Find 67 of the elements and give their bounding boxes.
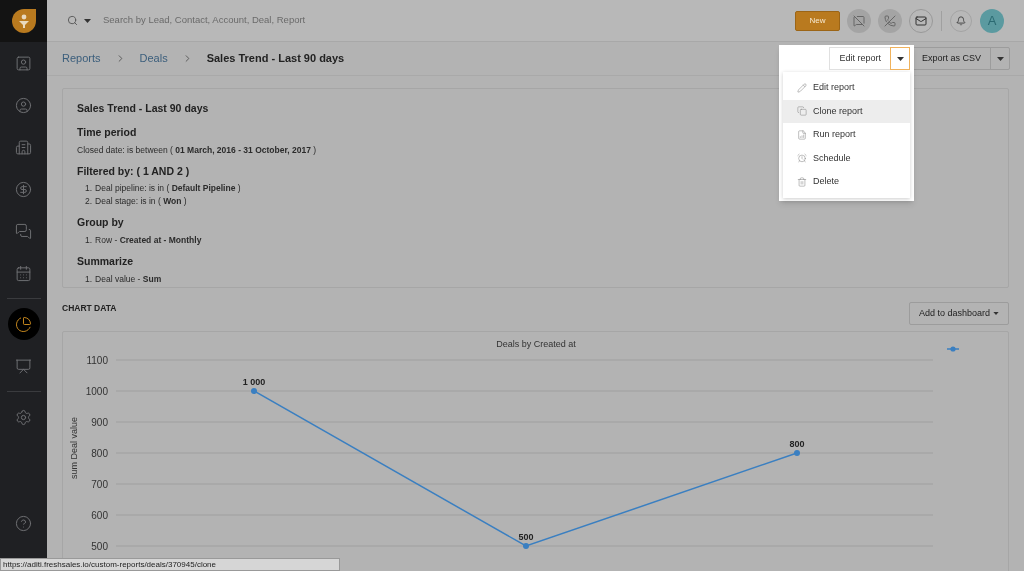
presentation-icon[interactable] — [15, 357, 32, 375]
data-label: 1 000 — [242, 377, 266, 387]
criteria-text: Deal pipeline: is in ( Default Pipeline ) — [95, 182, 241, 196]
section-heading: Summarize — [77, 254, 134, 269]
menu-item[interactable]: Schedule — [783, 146, 910, 170]
chart-title: Deals by Created at — [496, 339, 576, 349]
person-icon[interactable] — [15, 96, 32, 114]
axis-tick-label: 800 — [91, 447, 108, 459]
phone-off-icon[interactable] — [884, 14, 896, 27]
axis-title: sum Deal value — [69, 417, 79, 479]
trash-icon — [797, 176, 807, 187]
menu-item[interactable]: Edit report — [783, 76, 910, 100]
axis-tick-label: 900 — [91, 416, 108, 428]
search-field[interactable]: Search by Lead, Contact, Account, Deal, Report — [103, 13, 403, 28]
chat-off-icon[interactable] — [853, 14, 865, 27]
list-number: 1. — [85, 234, 93, 247]
criteria-text: Deal stage: is in ( Won ) — [95, 195, 187, 209]
report-icon — [797, 129, 807, 140]
report-title: Sales Trend - Last 90 days — [77, 101, 209, 116]
axis-tick-label: 600 — [91, 509, 108, 521]
section-heading: Group by — [77, 215, 124, 231]
criteria-text: Closed date: is between ( 01 March, 2016 - 31 October, 2017 ) — [77, 143, 317, 157]
logo-icon[interactable] — [10, 8, 37, 34]
axis-tick-label: 1000 — [85, 385, 108, 397]
add-to-dashboard-button[interactable]: Add to dashboard — [908, 302, 1009, 325]
data-label: 500 — [518, 532, 534, 542]
alarm-clock-icon — [797, 153, 807, 164]
section-heading: Time period — [77, 124, 137, 140]
data-point — [523, 543, 529, 549]
export-split-button[interactable]: Export as CSV — [911, 47, 1010, 70]
breadcrumb-current: Sales Trend - Last 90 days — [206, 51, 345, 67]
edit-report-button[interactable]: Edit report — [829, 47, 890, 70]
list-number: 1. — [85, 272, 93, 286]
pencil-icon — [797, 82, 807, 93]
chat-icon[interactable] — [15, 222, 32, 240]
list-number: 1. — [85, 182, 93, 196]
criteria-text: Deal value - Sum — [95, 272, 162, 286]
data-point — [794, 450, 800, 456]
calendar-icon[interactable] — [15, 264, 32, 282]
copy-icon — [797, 106, 807, 117]
section-label: CHART DATA — [62, 302, 117, 315]
help-icon[interactable] — [15, 514, 32, 532]
section-heading: Filtered by: ( 1 AND 2 ) — [77, 163, 190, 179]
notifications-icon[interactable] — [956, 15, 966, 26]
menu-item[interactable]: Clone report — [783, 99, 910, 123]
dollar-icon[interactable] — [15, 180, 32, 198]
axis-tick-label: 700 — [91, 478, 108, 490]
pie-chart-icon[interactable] — [15, 315, 32, 333]
menu-item[interactable]: Run report — [783, 123, 910, 147]
contact-card-icon[interactable] — [15, 54, 32, 72]
caret-icon — [996, 56, 1004, 61]
axis-tick-label: 1100 — [86, 354, 108, 366]
building-icon[interactable] — [15, 138, 32, 156]
legend-marker-icon[interactable] — [946, 346, 960, 352]
search-icon[interactable] — [67, 15, 78, 26]
caret-icon — [993, 312, 999, 315]
caret-icon — [84, 18, 91, 23]
axis-tick-label: 500 — [91, 540, 108, 552]
status-url: https://aditi.freshsales.io/custom-reports/deals/370945/clone — [0, 558, 340, 571]
settings-icon[interactable] — [15, 408, 32, 426]
data-point — [251, 388, 257, 394]
mail-icon[interactable] — [915, 14, 927, 27]
list-number: 2. — [85, 195, 93, 209]
caret-icon — [896, 56, 904, 61]
menu-item[interactable]: Delete — [783, 170, 910, 194]
criteria-text: Row - Created at - Monthly — [95, 234, 202, 247]
data-label: 800 — [789, 439, 805, 449]
